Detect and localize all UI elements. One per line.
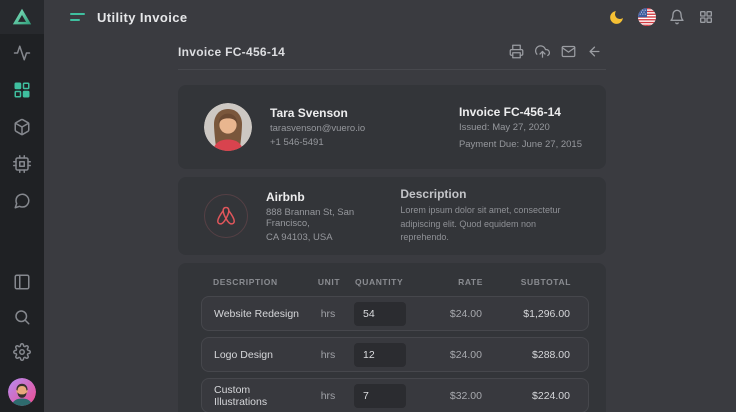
app-window: Utility Invoice [0,0,736,412]
row-subtotal: $288.00 [492,349,570,361]
mail-icon [561,44,576,59]
back-arrow-icon [587,44,602,59]
language-selector[interactable] [638,8,656,26]
sidebar-item-activity[interactable] [13,44,31,62]
sidebar-item-search[interactable] [13,308,31,326]
invoice-page: Invoice FC-456-14 [178,34,606,412]
activity-icon [13,44,31,62]
row-description: Custom Illustrations [214,384,302,408]
row-description: Website Redesign [214,308,302,320]
person-email: tarasvenson@vuero.io [270,123,365,134]
person-avatar [204,103,252,151]
description-body: Lorem ipsum dolor sit amet, consectetur … [400,204,582,245]
sidebar-bottom [8,273,36,412]
settings-gear-icon [13,343,31,361]
invoice-number: Invoice FC-456-14 [459,105,582,119]
us-flag-icon [638,8,656,26]
sidebar-item-messages[interactable] [13,192,31,210]
col-description: DESCRIPTION [213,277,303,287]
invoice-actions [509,44,606,59]
page-title: Utility Invoice [97,10,188,25]
back-button[interactable] [587,44,602,59]
table-row: Custom Illustrations hrs $32.00 $224.00 [201,378,589,412]
row-rate: $24.00 [416,349,482,361]
send-mail-button[interactable] [561,44,576,59]
triangle-logo-icon [11,6,33,28]
topbar: Utility Invoice [44,0,736,34]
apps-grid-icon [698,9,714,25]
client-address-line1: 888 Brannan St, San Francisco, [266,207,400,229]
description-title: Description [400,187,582,201]
sidebar-user-avatar[interactable] [8,378,36,406]
line-items-card: DESCRIPTION UNIT QUANTITY RATE SUBTOTAL … [178,263,606,412]
cpu-icon [13,155,31,173]
apps-icon [13,81,31,99]
box-icon [13,118,31,136]
client-card: Airbnb 888 Brannan St, San Francisco, CA… [178,177,606,255]
cloud-upload-icon [535,44,550,59]
invoice-issued: Issued: May 27, 2020 [459,122,582,133]
sidebar-item-settings[interactable] [13,343,31,361]
client-name: Airbnb [266,190,400,204]
invoice-subheader: Invoice FC-456-14 [178,34,606,70]
person-info: Tara Svenson tarasvenson@vuero.io +1 546… [270,106,365,148]
col-unit: UNIT [313,277,345,287]
bell-icon [669,9,685,25]
sidebar-item-components[interactable] [13,118,31,136]
row-subtotal: $1,296.00 [492,308,570,320]
quantity-input[interactable] [354,343,406,367]
person-name: Tara Svenson [270,106,365,120]
col-rate: RATE [417,277,483,287]
notifications-button[interactable] [669,9,685,25]
app-logo[interactable] [0,0,44,34]
print-button[interactable] [509,44,524,59]
person-photo [204,103,252,151]
col-subtotal: SUBTOTAL [493,277,571,287]
sidebar [0,0,44,412]
sidebar-nav [13,34,31,210]
search-icon [13,308,31,326]
table-row: Website Redesign hrs $24.00 $1,296.00 [201,296,589,331]
menu-toggle-button[interactable] [70,13,85,21]
invoice-parties-card: Tara Svenson tarasvenson@vuero.io +1 546… [178,85,606,169]
user-avatar-illustration [8,378,36,406]
chat-icon [13,192,31,210]
sidebar-item-apps[interactable] [13,81,31,99]
sidebar-item-elements[interactable] [13,155,31,173]
sidebar-item-panels[interactable] [13,273,31,291]
quantity-input[interactable] [354,384,406,408]
row-subtotal: $224.00 [492,390,570,402]
row-rate: $32.00 [416,390,482,402]
panels-icon [13,273,31,291]
client-logo [204,194,248,238]
person-phone: +1 546-5491 [270,137,365,148]
dark-mode-toggle[interactable] [608,9,625,26]
table-header: DESCRIPTION UNIT QUANTITY RATE SUBTOTAL [201,269,589,296]
apps-launcher-button[interactable] [698,9,714,25]
cloud-upload-button[interactable] [535,44,550,59]
invoice-meta: Invoice FC-456-14 Issued: May 27, 2020 P… [459,105,582,150]
invoice-description: Description Lorem ipsum dolor sit amet, … [400,187,582,245]
row-description: Logo Design [214,349,302,361]
airbnb-icon [213,203,239,229]
invoice-title: Invoice FC-456-14 [178,45,285,59]
moon-icon [608,9,625,26]
client-address-line2: CA 94103, USA [266,232,400,243]
topbar-actions [608,8,714,26]
col-quantity: QUANTITY [355,277,407,287]
row-unit: hrs [312,390,344,402]
quantity-input[interactable] [354,302,406,326]
client-info: Airbnb 888 Brannan St, San Francisco, CA… [266,190,400,243]
table-row: Logo Design hrs $24.00 $288.00 [201,337,589,372]
row-rate: $24.00 [416,308,482,320]
row-unit: hrs [312,308,344,320]
print-icon [509,44,524,59]
invoice-payment-due: Payment Due: June 27, 2015 [459,139,582,150]
row-unit: hrs [312,349,344,361]
